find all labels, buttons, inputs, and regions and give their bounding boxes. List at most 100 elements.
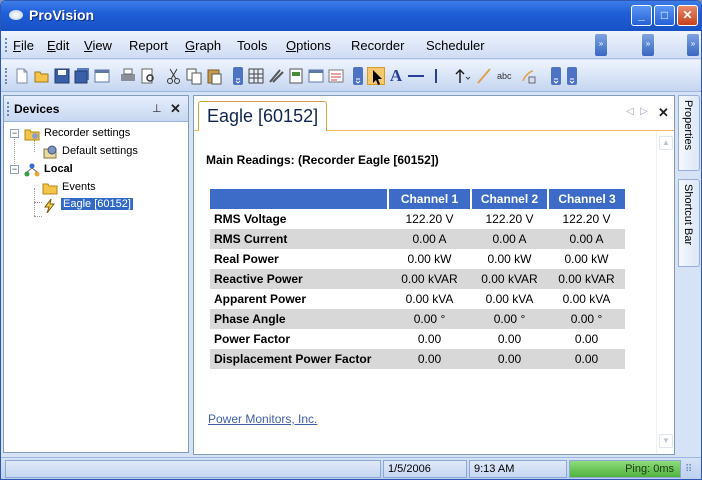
tree-item-eagle[interactable]: Eagle [60152] bbox=[4, 198, 184, 214]
toolbar-overflow-icon[interactable] bbox=[349, 67, 363, 85]
menu-report[interactable]: Report bbox=[129, 38, 168, 53]
title-bar[interactable]: ProVision _ □ ✕ bbox=[1, 1, 701, 31]
text-icon[interactable]: A bbox=[387, 67, 405, 85]
toolbar-grip-icon[interactable] bbox=[5, 68, 8, 84]
toolbar-overflow-icon[interactable] bbox=[547, 67, 561, 85]
menu-edit[interactable]: Edit bbox=[47, 38, 69, 53]
devices-close-icon[interactable]: ✕ bbox=[170, 101, 181, 117]
table-cell: 0.00 kW bbox=[471, 249, 548, 269]
table-cell: 0.00 ° bbox=[388, 309, 471, 329]
toolbar-overflow-icon[interactable] bbox=[229, 67, 243, 85]
table-cell: 0.00 kVAR bbox=[471, 269, 548, 289]
tree-item-label: Local bbox=[44, 163, 73, 175]
side-tab-strip: Properties Shortcut Bar bbox=[678, 95, 701, 453]
menu-options[interactable]: Options bbox=[286, 38, 331, 53]
tab-shortcut-bar[interactable]: Shortcut Bar bbox=[678, 179, 700, 267]
report-icon[interactable] bbox=[287, 67, 305, 85]
cut-icon[interactable] bbox=[165, 67, 183, 85]
row-label: RMS Current bbox=[210, 229, 388, 249]
scroll-up-icon[interactable]: ▲ bbox=[659, 136, 673, 150]
status-date: 1/5/2006 bbox=[383, 460, 467, 478]
settings-icon bbox=[42, 145, 58, 159]
window-icon[interactable] bbox=[307, 67, 325, 85]
line-icon[interactable] bbox=[407, 67, 425, 85]
toolbar-overflow-icon[interactable]: » bbox=[687, 34, 699, 56]
row-label: Phase Angle bbox=[210, 309, 388, 329]
vertical-scrollbar[interactable]: ▲ ▼ bbox=[656, 132, 674, 454]
window-icon[interactable] bbox=[93, 67, 111, 85]
document-tabstrip: Eagle [60152] ◁ ▷ ✕ bbox=[194, 96, 674, 131]
table-row: Real Power 0.00 kW 0.00 kW 0.00 kW bbox=[210, 249, 625, 269]
menu-tools[interactable]: Tools bbox=[237, 38, 267, 53]
tree-item-recorder-settings[interactable]: − Recorder settings bbox=[4, 126, 184, 142]
table-cell: 122.20 V bbox=[471, 209, 548, 229]
menu-bar: File Edit View Report Graph Tools Option… bbox=[1, 31, 701, 59]
tab-scroll-right-icon[interactable]: ▷ bbox=[640, 106, 648, 117]
pin-icon[interactable]: ⊥ bbox=[152, 102, 162, 115]
panel-grip-icon[interactable] bbox=[7, 102, 10, 116]
paste-icon[interactable] bbox=[205, 67, 223, 85]
readings-title: Main Readings: (Recorder Eagle [60152]) bbox=[206, 153, 439, 167]
menu-file[interactable]: File bbox=[13, 38, 34, 53]
menu-view[interactable]: View bbox=[84, 38, 112, 53]
slash-icon[interactable] bbox=[475, 67, 493, 85]
table-cell: 0.00 ° bbox=[548, 309, 625, 329]
tab-properties[interactable]: Properties bbox=[678, 95, 700, 171]
grid-icon[interactable] bbox=[247, 67, 265, 85]
save-all-icon[interactable] bbox=[73, 67, 91, 85]
pointer-icon[interactable] bbox=[367, 67, 385, 85]
table-cell: 0.00 kVA bbox=[548, 289, 625, 309]
table-row: Power Factor 0.00 0.00 0.00 bbox=[210, 329, 625, 349]
tab-close-icon[interactable]: ✕ bbox=[658, 105, 669, 121]
tree-item-label: Events bbox=[62, 181, 96, 193]
new-icon[interactable] bbox=[13, 67, 31, 85]
status-ping: Ping: 0ms bbox=[569, 460, 681, 478]
table-cell: 122.20 V bbox=[548, 209, 625, 229]
close-button[interactable]: ✕ bbox=[677, 5, 698, 26]
tree-item-default-settings[interactable]: Default settings bbox=[4, 144, 184, 160]
arrow-icon[interactable] bbox=[453, 67, 471, 85]
menu-scheduler[interactable]: Scheduler bbox=[426, 38, 485, 53]
status-time: 9:13 AM bbox=[469, 460, 567, 478]
print-icon[interactable] bbox=[119, 67, 137, 85]
table-cell: 0.00 bbox=[388, 329, 471, 349]
toolbar-overflow-icon[interactable]: » bbox=[642, 34, 654, 56]
vline-icon[interactable] bbox=[427, 67, 445, 85]
document-body: Main Readings: (Recorder Eagle [60152]) … bbox=[194, 132, 656, 454]
copy-icon[interactable] bbox=[185, 67, 203, 85]
collapse-icon[interactable]: − bbox=[10, 165, 19, 174]
row-label: Power Factor bbox=[210, 329, 388, 349]
maximize-button[interactable]: □ bbox=[654, 5, 675, 26]
folder-settings-icon bbox=[24, 127, 40, 141]
menu-graph[interactable]: Graph bbox=[185, 38, 221, 53]
toolbar-overflow-icon[interactable] bbox=[563, 67, 577, 85]
tree-item-local[interactable]: − Local bbox=[4, 162, 184, 178]
scroll-down-icon[interactable]: ▼ bbox=[659, 434, 673, 448]
table-cell: 0.00 kVA bbox=[388, 289, 471, 309]
toolbar: A abc bbox=[1, 60, 701, 92]
shape-icon[interactable] bbox=[519, 67, 537, 85]
save-icon[interactable] bbox=[53, 67, 71, 85]
tab-eagle[interactable]: Eagle [60152] bbox=[198, 101, 328, 131]
power-monitors-link[interactable]: Power Monitors, Inc. bbox=[208, 412, 317, 426]
notes-icon[interactable] bbox=[327, 67, 345, 85]
table-cell: 0.00 kVAR bbox=[548, 269, 625, 289]
menu-grip-icon[interactable] bbox=[5, 38, 8, 52]
lightning-icon bbox=[42, 198, 58, 214]
toolbar-overflow-icon[interactable]: » bbox=[595, 34, 607, 56]
minimize-button[interactable]: _ bbox=[631, 5, 652, 26]
table-row: RMS Voltage 122.20 V 122.20 V 122.20 V bbox=[210, 209, 625, 229]
network-icon bbox=[24, 163, 40, 177]
row-label: RMS Voltage bbox=[210, 209, 388, 229]
abc-icon[interactable]: abc bbox=[497, 67, 515, 85]
tree-item-events[interactable]: Events bbox=[4, 180, 184, 196]
document-panel: Eagle [60152] ◁ ▷ ✕ Main Readings: (Reco… bbox=[193, 95, 675, 455]
tab-scroll-left-icon[interactable]: ◁ bbox=[626, 106, 634, 117]
print-preview-icon[interactable] bbox=[139, 67, 157, 85]
open-icon[interactable] bbox=[33, 67, 51, 85]
collapse-icon[interactable]: − bbox=[10, 129, 19, 138]
menu-recorder[interactable]: Recorder bbox=[351, 38, 404, 53]
resize-grip-icon[interactable]: ⠿ bbox=[685, 464, 692, 475]
window-title: ProVision bbox=[29, 7, 95, 23]
tools-icon[interactable] bbox=[267, 67, 285, 85]
